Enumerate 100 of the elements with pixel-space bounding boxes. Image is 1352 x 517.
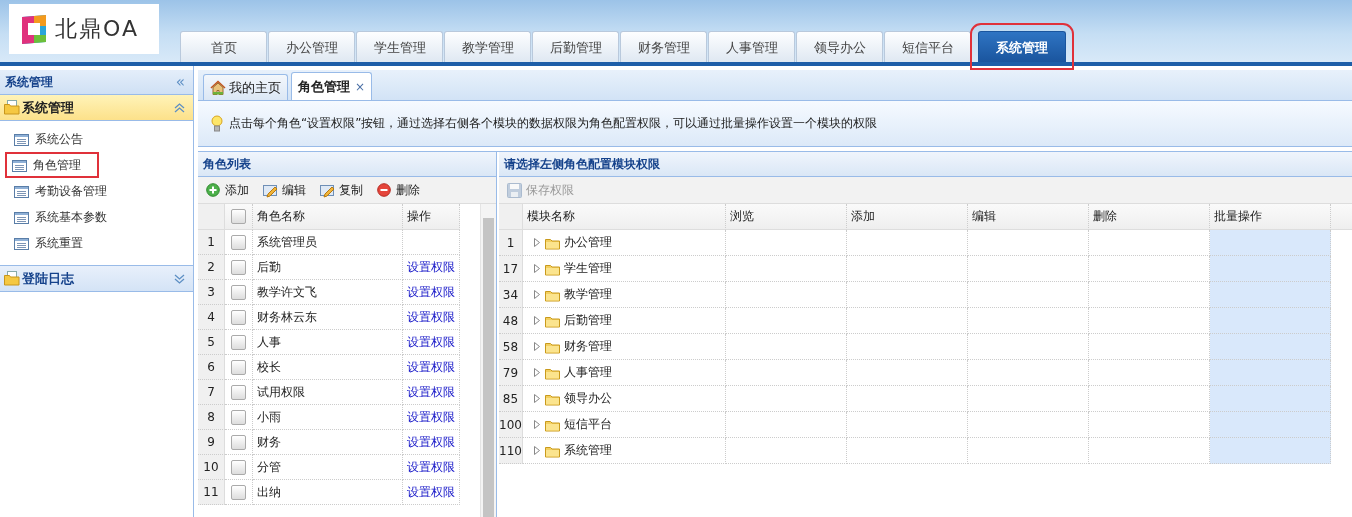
checkbox[interactable] [231,209,246,224]
row-number: 8 [198,405,225,430]
nav-tab[interactable]: 首页 [180,31,267,62]
nav-tab[interactable]: 学生管理 [356,31,443,62]
plus-icon [206,182,221,198]
set-permission-link[interactable]: 设置权限 [407,408,455,426]
list-icon [14,236,29,250]
pencil-icon [263,182,278,198]
column-header: 浏览 [726,204,847,230]
row-number: 10 [198,455,225,480]
collapse-triangle-icon[interactable] [533,394,541,403]
table-cell: 小雨 [253,405,403,430]
nav-tab[interactable]: 财务管理 [620,31,707,62]
checkbox[interactable] [231,434,246,450]
toolbar-button[interactable]: 编辑 [263,181,306,199]
collapse-triangle-icon[interactable] [533,264,541,273]
checkbox[interactable] [231,484,246,500]
checkbox[interactable] [231,409,246,425]
collapse-triangle-icon[interactable] [533,238,541,247]
row-number: 110 [499,438,523,464]
row-number: 1 [198,230,225,255]
row-number: 6 [198,355,225,380]
list-icon [14,184,29,198]
collapse-triangle-icon[interactable] [533,290,541,299]
checkbox[interactable] [231,234,246,250]
module-name: 财务管理 [564,338,612,355]
logo-icon [19,13,49,45]
toolbar-button[interactable]: 复制 [320,181,363,199]
row-number: 17 [499,256,523,282]
chevron-up-icon [174,102,185,113]
checkbox[interactable] [231,334,246,350]
checkbox[interactable] [231,284,246,300]
row-number: 11 [198,480,225,505]
accordion-header[interactable]: 登陆日志 [0,266,193,292]
folder-icon [4,100,20,115]
collapse-triangle-icon[interactable] [533,316,541,325]
toolbar-button[interactable]: 删除 [377,181,420,199]
lightbulb-icon [211,115,223,132]
row-number: 48 [499,308,523,334]
collapse-triangle-icon[interactable] [533,342,541,351]
set-permission-link[interactable]: 设置权限 [407,383,455,401]
notice-text: 点击每个角色“设置权限”按钮，通过选择右侧各个模块的数据权限为角色配置权限，可以通过批量操作设置一个模块的权限 [229,115,878,132]
sidebar-item[interactable]: 系统公告 [0,126,89,152]
row-number: 85 [499,386,523,412]
table-cell: 教学许文飞 [253,280,403,305]
row-number: 4 [198,305,225,330]
table-cell: 试用权限 [253,380,403,405]
row-number: 5 [198,330,225,355]
set-permission-link[interactable]: 设置权限 [407,358,455,376]
pencil-icon [320,182,335,198]
set-permission-link[interactable]: 设置权限 [407,433,455,451]
set-permission-link[interactable]: 设置权限 [407,483,455,501]
set-permission-link[interactable]: 设置权限 [407,308,455,326]
column-header: 操作 [403,204,460,230]
set-permission-link[interactable]: 设置权限 [407,458,455,476]
scrollbar[interactable] [480,204,496,517]
row-number: 7 [198,380,225,405]
minus-icon [377,182,392,198]
close-button[interactable]: × [355,79,366,94]
nav-tab[interactable]: 短信平台 [884,31,971,62]
sidebar-item[interactable]: 系统重置 [0,230,89,256]
table-cell: 后勤 [253,255,403,280]
module-name: 学生管理 [564,260,612,277]
nav-tab[interactable]: 人事管理 [708,31,795,62]
checkbox[interactable] [231,259,246,275]
page-tab[interactable]: 角色管理 × [291,72,373,100]
toolbar-button[interactable]: 添加 [206,181,249,199]
set-permission-link[interactable]: 设置权限 [407,333,455,351]
column-header: 模块名称 [523,204,726,230]
collapse-triangle-icon[interactable] [533,420,541,429]
checkbox[interactable] [231,459,246,475]
set-permission-link[interactable]: 设置权限 [407,258,455,276]
accordion-title: 系统管理 [22,98,75,117]
column-header: 添加 [847,204,968,230]
checkbox[interactable] [231,359,246,375]
checkbox[interactable] [231,384,246,400]
row-number: 2 [198,255,225,280]
sidebar-item[interactable]: 系统基本参数 [0,204,113,230]
nav-tab[interactable]: 领导办公 [796,31,883,62]
table-cell: 校长 [253,355,403,380]
table-cell: 系统管理员 [253,230,403,255]
page-tab[interactable]: 我的主页 [203,74,288,100]
nav-tab[interactable]: 后勤管理 [532,31,619,62]
sidebar-item[interactable]: 考勤设备管理 [0,178,113,204]
row-number: 34 [499,282,523,308]
module-name: 领导办公 [564,390,612,407]
table-cell: 出纳 [253,480,403,505]
column-header: 删除 [1089,204,1210,230]
table-cell: 财务林云东 [253,305,403,330]
logo-text: 北鼎OA [55,15,139,43]
collapse-triangle-icon[interactable] [533,446,541,455]
set-permission-link[interactable]: 设置权限 [407,283,455,301]
nav-tab[interactable]: 办公管理 [268,31,355,62]
checkbox[interactable] [231,309,246,325]
row-number: 1 [499,230,523,256]
accordion-header[interactable]: 系统管理 [0,95,193,121]
sidebar-item[interactable]: 角色管理 [5,152,99,178]
nav-tab[interactable]: 教学管理 [444,31,531,62]
collapse-triangle-icon[interactable] [533,368,541,377]
module-name: 短信平台 [564,416,612,433]
